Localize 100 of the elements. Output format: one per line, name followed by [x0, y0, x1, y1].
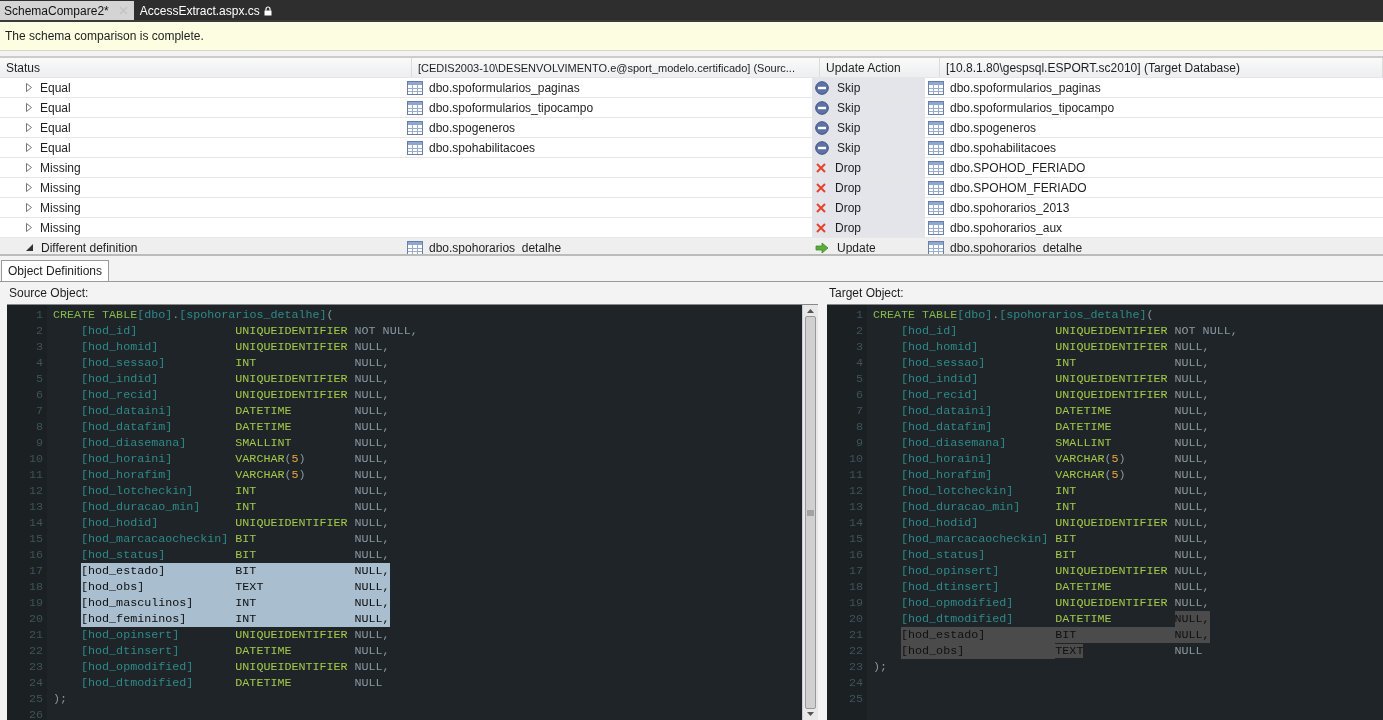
line-number: 23	[847, 659, 864, 675]
line-number: 23	[27, 659, 44, 675]
code-line: [hod_sessao] INT NULL,	[901, 355, 1210, 371]
line-number: 22	[27, 643, 44, 659]
table-cell: dbo.spohabilitacoes	[950, 140, 1057, 155]
minus-circle-icon	[815, 80, 829, 95]
expand-icon[interactable]	[26, 103, 32, 112]
table-cell: dbo.spohorarios_aux	[950, 220, 1063, 235]
status-text: Missing	[40, 200, 81, 215]
update-action[interactable]: Update	[837, 240, 876, 254]
expand-icon[interactable]	[26, 223, 32, 232]
code-line: [hod_status] BIT NULL,	[901, 547, 1210, 563]
table-cell: dbo.spoformularios_tipocampo	[429, 100, 594, 115]
update-action[interactable]: Drop	[835, 200, 861, 215]
expand-icon[interactable]	[26, 203, 32, 212]
line-number: 24	[27, 675, 44, 691]
update-action[interactable]: Drop	[835, 220, 861, 235]
table-icon	[407, 120, 423, 135]
x-icon	[815, 181, 827, 194]
update-action[interactable]: Skip	[837, 140, 861, 155]
update-action[interactable]: Drop	[835, 160, 861, 175]
code-line: [hod_dataini] DATETIME NULL,	[81, 403, 390, 419]
expand-icon[interactable]	[26, 143, 32, 152]
scroll-down-icon[interactable]	[807, 712, 814, 716]
update-action[interactable]: Skip	[837, 120, 861, 135]
code-line: [hod_marcacaocheckin] BIT NULL,	[901, 531, 1210, 547]
code-line: [hod_opmodified] UNIQUEIDENTIFIER NULL,	[81, 659, 390, 675]
scrollbar[interactable]	[802, 305, 818, 720]
expand-icon[interactable]	[26, 163, 32, 172]
pane-title: Source Object:	[8, 285, 90, 302]
table-icon	[407, 140, 423, 155]
update-action[interactable]: Skip	[837, 80, 861, 95]
table-row[interactable]: Different definition dbo.spohorarios_detalhe Update dbo.spohorarios_detalhe	[0, 238, 1383, 254]
code-line: [hod_diasemana] SMALLINT NULL,	[901, 435, 1210, 451]
column-header[interactable]: Status	[0, 58, 412, 77]
table-row[interactable]: Equal dbo.spoformularios_tipocampo Skip dbo.spoformularios_tipocampo	[0, 98, 1383, 118]
table-icon	[407, 100, 423, 115]
scroll-up-icon[interactable]	[807, 309, 814, 313]
code-line: );	[873, 659, 888, 675]
line-number: 10	[27, 451, 44, 467]
x-icon	[815, 201, 827, 214]
code-line: [hod_homid] UNIQUEIDENTIFIER NULL,	[901, 339, 1210, 355]
table-cell: dbo.spohorarios_detalhe	[950, 240, 1083, 254]
code-line: [hod_datafim] DATETIME NULL,	[901, 419, 1210, 435]
collapse-icon[interactable]	[26, 244, 33, 251]
expand-icon[interactable]	[26, 123, 32, 132]
code-line: [hod_lotcheckin] INT NULL,	[81, 483, 390, 499]
line-number: 14	[27, 515, 44, 531]
code-line: [hod_opinsert] UNIQUEIDENTIFIER NULL,	[81, 627, 390, 643]
code-line: );	[53, 691, 68, 707]
table-icon	[928, 120, 944, 135]
minus-circle-icon	[815, 120, 829, 135]
grip-icon	[807, 509, 814, 516]
line-number: 16	[847, 547, 864, 563]
table-row[interactable]: Equal dbo.spogeneros Skip dbo.spogeneros	[0, 118, 1383, 138]
line-number: 13	[847, 499, 864, 515]
update-action[interactable]: Skip	[837, 100, 861, 115]
code-line: [hod_lotcheckin] INT NULL,	[901, 483, 1210, 499]
table-cell: dbo.spogeneros	[950, 120, 1037, 135]
line-number: 3	[855, 339, 864, 355]
table-row[interactable]: Equal dbo.spohabilitacoes Skip dbo.spohabilitacoes	[0, 138, 1383, 158]
scroll-thumb[interactable]	[805, 316, 816, 709]
column-header[interactable]: [CEDIS2003-10\DESENVOLVIMENTO.e@sport_modelo.certificado] (Sourc...	[412, 58, 820, 77]
code-line: [hod_indid] UNIQUEIDENTIFIER NULL,	[81, 371, 390, 387]
table-icon	[928, 160, 944, 175]
document-tab[interactable]: SchemaCompare2*	[0, 1, 134, 20]
table-row[interactable]: Missing Drop dbo.SPOHOD_FERIADO	[0, 158, 1383, 178]
code-line: [hod_dtinsert] DATETIME NULL,	[81, 643, 390, 659]
pane-title: Target Object:	[828, 285, 905, 302]
column-header[interactable]: Update Action	[820, 58, 940, 77]
column-header[interactable]: [10.8.1.80\gespsql.ESPORT.sc2010] (Target Database)	[940, 58, 1383, 77]
expand-icon[interactable]	[26, 83, 32, 92]
code-line: [hod_horafim] VARCHAR(5) NULL,	[901, 467, 1210, 483]
status-text: Equal	[40, 80, 71, 95]
table-cell: dbo.spohorarios_2013	[950, 200, 1070, 215]
code-line: [hod_masculinos] INT NULL,	[81, 595, 390, 611]
status-text: Equal	[40, 140, 71, 155]
update-action[interactable]: Drop	[835, 180, 861, 195]
tab[interactable]: Object Definitions	[1, 260, 110, 281]
code-line: [hod_indid] UNIQUEIDENTIFIER NULL,	[901, 371, 1210, 387]
expand-icon[interactable]	[26, 183, 32, 192]
table-row[interactable]: Missing Drop dbo.SPOHOM_FERIADO	[0, 178, 1383, 198]
status-text: Missing	[40, 180, 81, 195]
code-line: [hod_duracao_min] INT NULL,	[901, 499, 1210, 515]
line-number: 4	[35, 355, 44, 371]
info-bar: The schema comparison is complete.	[0, 22, 1383, 51]
line-number: 16	[27, 547, 44, 563]
arrow-icon	[815, 241, 829, 254]
code-line: [hod_marcacaocheckin] BIT NULL,	[81, 531, 390, 547]
line-number: 20	[27, 611, 44, 627]
line-number: 17	[847, 563, 864, 579]
code-line: [hod_recid] UNIQUEIDENTIFIER NULL,	[81, 387, 390, 403]
document-tab[interactable]: AccessExtract.aspx.cs	[135, 1, 278, 20]
table-cell: dbo.spohabilitacoes	[429, 140, 536, 155]
table-row[interactable]: Equal dbo.spoformularios_paginas Skip dbo.spoformularios_paginas	[0, 78, 1383, 98]
line-number: 12	[847, 483, 864, 499]
code-line: [hod_estado] BIT NULL,	[81, 563, 390, 579]
line-number: 25	[847, 691, 864, 707]
table-row[interactable]: Missing Drop dbo.spohorarios_2013	[0, 198, 1383, 218]
code-line: [hod_estado] BIT NULL,	[901, 627, 1210, 643]
